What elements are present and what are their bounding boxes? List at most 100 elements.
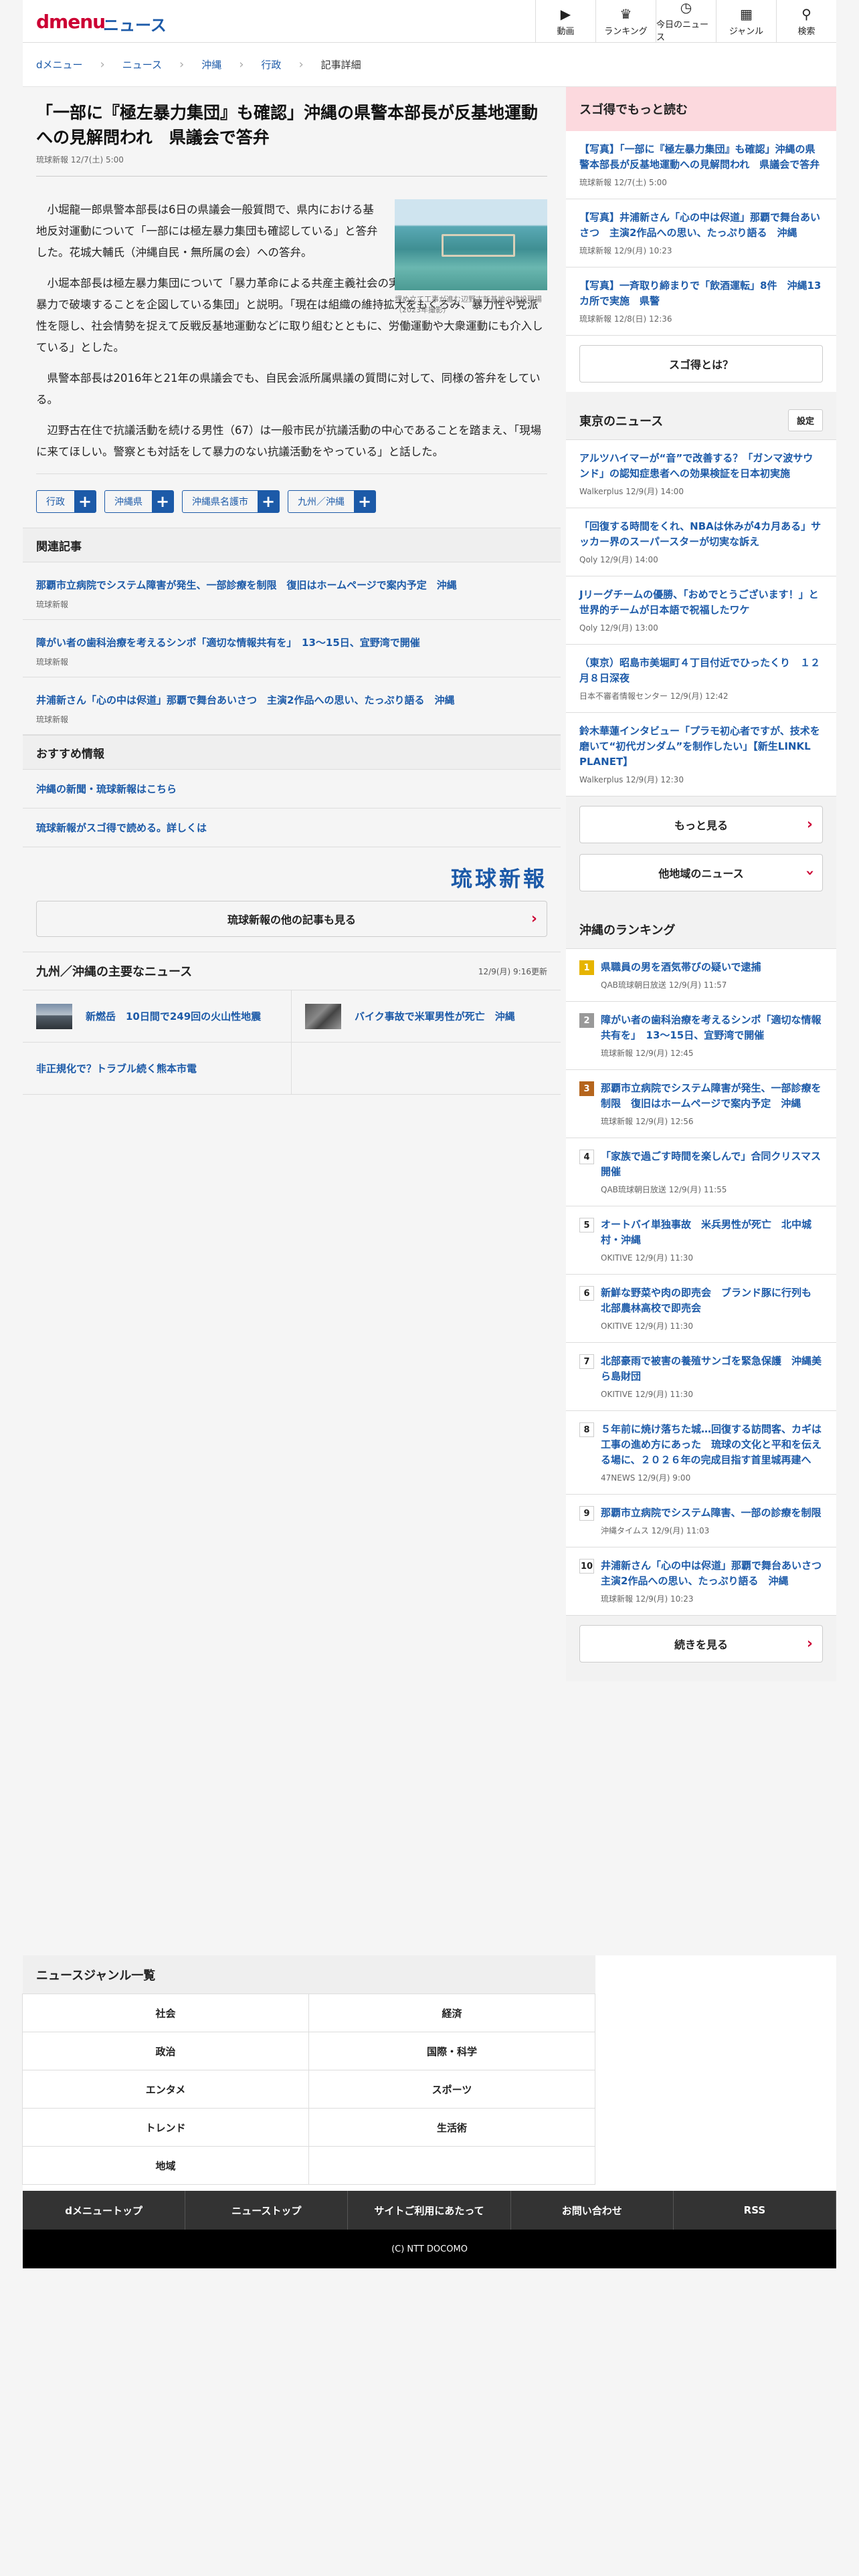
ranking-item[interactable]: 8 ５年前に焼け落ちた城…回復する訪問客、カギは工事の進め方にあった 琉球の文化と… (566, 1411, 836, 1495)
plus-icon[interactable]: + (258, 491, 279, 512)
sugoku-title: 【写真】井浦新さん「心の中は侭道」那覇で舞台あいさつ 主演2作品への思い、たっぷ… (579, 211, 821, 239)
sugoku-item[interactable]: 【写真】「一部に『極左暴力集団』も確認」沖縄の県警本部長が反基地運動への見解問わ… (566, 131, 836, 199)
ranking-item[interactable]: 3 那覇市立病院でシステム障害が発生、一部診療を制限 復旧はホームページで案内予定… (566, 1070, 836, 1138)
ranking-more-label: 続きを見る (674, 1638, 728, 1651)
genre-link[interactable]: 生活術 (308, 2108, 595, 2147)
genre-grid: 社会 経済 政治 国際・科学 エンタメ スポーツ トレンド 生活術 地域 (22, 1994, 836, 2185)
ranking-item[interactable]: 4 「家族で過ごす時間を楽しんで」合同クリスマス開催 QAB琉球朝日放送 12/9(… (566, 1138, 836, 1206)
breadcrumb-item[interactable]: ニュース (122, 58, 162, 72)
related-item[interactable]: 障がい者の歯科治療を考えるシンポ「適切な情報共有を」 13～15日、宜野湾で開催… (23, 620, 561, 677)
genre-link[interactable]: トレンド (22, 2108, 309, 2147)
global-nav-trophy[interactable]: ♛ ランキング (595, 0, 656, 43)
regional-news-item[interactable]: 新燃岳 10日間で249回の火山性地震 (23, 990, 292, 1043)
genre-link[interactable]: 社会 (22, 1994, 309, 2032)
more-articles-button[interactable]: 琉球新報の他の記事も見る › (36, 901, 547, 937)
ryukyu-shimpo-logo[interactable]: 琉球新報 (23, 847, 561, 893)
article-figure[interactable]: 埋め立て工事が進む辺野古新基地の建設現場（2023年撮影） (395, 199, 547, 316)
tokyo-news-source: 日本不審者情報センター 12/9(月) 12:42 (579, 691, 729, 701)
other-region-label: 他地域のニュース (658, 867, 744, 880)
tokyo-news-item[interactable]: Jリーグチームの優勝、「おめでとうございます！」と世界的チームが日本語で祝福した… (566, 576, 836, 645)
tokyo-news-item[interactable]: アルツハイマーが“音”で改善する？「ガンマ波サウンド」の認知症患者への効果検証を… (566, 440, 836, 508)
article-photo[interactable] (395, 199, 547, 290)
tokyo-news-item[interactable]: （東京）昭島市美堀町４丁目付近でひったくり １２月８日深夜 日本不審者情報センター… (566, 645, 836, 713)
other-region-dropdown[interactable]: 他地域のニュース › (579, 854, 823, 891)
tokyo-news-heading: 東京のニュース (579, 414, 664, 429)
sugoku-source: 琉球新報 12/8(日) 12:36 (579, 314, 672, 324)
topic-tag[interactable]: 沖縄県名護市 + (182, 490, 280, 513)
ranking-item[interactable]: 9 那覇市立病院でシステム障害、一部の診療を制限 沖縄タイムス 12/9(月) 11… (566, 1495, 836, 1547)
ranking-item[interactable]: 7 北部豪雨で被害の養殖サンゴを緊急保護 沖縄美ら島財団 OKITIVE 12/9(… (566, 1343, 836, 1411)
ranking-text: オートバイ単独事故 米兵男性が死亡 北中城村・沖縄 OKITIVE 12/9(月)… (601, 1217, 823, 1263)
tokyo-news-source: Qoly 12/9(月) 14:00 (579, 555, 658, 564)
section-title[interactable]: ニュース (103, 12, 167, 35)
plus-icon[interactable]: + (74, 491, 96, 512)
global-nav-label: 動画 (557, 26, 575, 37)
ranking-more-button[interactable]: 続きを見る › (579, 1625, 823, 1662)
dmenu-logo[interactable]: dmenu (36, 11, 106, 33)
ranking-item[interactable]: 1 県職員の男を酒気帯びの疑いで逮捕 QAB琉球朝日放送 12/9(月) 11:57 (566, 949, 836, 1002)
ranking-text: 県職員の男を酒気帯びの疑いで逮捕 QAB琉球朝日放送 12/9(月) 11:57 (601, 960, 761, 990)
photo-caption: 埋め立て工事が進む辺野古新基地の建設現場（2023年撮影） (395, 295, 542, 314)
footer-link[interactable]: ニューストップ (185, 2191, 349, 2230)
genre-empty (308, 2146, 595, 2185)
global-nav-label: 今日のニュース (656, 20, 709, 43)
sugoku-list: 【写真】「一部に『極左暴力集団』も確認」沖縄の県警本部長が反基地運動への見解問わ… (566, 131, 836, 336)
ranking-text: ５年前に焼け落ちた城…回復する訪問客、カギは工事の進め方にあった 琉球の文化と平… (601, 1422, 823, 1483)
footer-link[interactable]: RSS (674, 2191, 837, 2230)
sugoku-heading: スゴ得でもっと読む (566, 87, 836, 131)
plus-icon[interactable]: + (354, 491, 375, 512)
genre-link[interactable]: 国際・科学 (308, 2032, 595, 2070)
footer-link[interactable]: dメニュートップ (23, 2191, 186, 2230)
ranking-item[interactable]: 2 障がい者の歯科治療を考えるシンポ「適切な情報共有を」 13～15日、宜野湾で開… (566, 1002, 836, 1070)
ranking-item[interactable]: 5 オートバイ単独事故 米兵男性が死亡 北中城村・沖縄 OKITIVE 12/9(月… (566, 1206, 836, 1275)
topic-tag[interactable]: 沖縄県 + (104, 490, 174, 513)
regional-news-item[interactable]: バイク事故で米軍男性が死亡 沖縄 (292, 990, 561, 1043)
global-nav-search[interactable]: ⚲ 検索 (776, 0, 836, 43)
tokyo-more-button[interactable]: もっと見る › (579, 806, 823, 843)
tokyo-news-item[interactable]: 「回復する時間をくれ、NBAは休みが4カ月ある」サッカー界のスーパースターが切実… (566, 508, 836, 576)
rank-badge: 7 (579, 1354, 594, 1369)
global-nav-clock[interactable]: ◷ 今日のニュース (656, 0, 716, 43)
genre-link[interactable]: 経済 (308, 1994, 595, 2032)
ranking-source: 琉球新報 12/9(月) 10:23 (601, 1594, 694, 1604)
video-icon: ▶ (560, 5, 571, 22)
volcano-thumbnail (36, 1003, 72, 1029)
recommend-link[interactable]: 沖縄の新聞・琉球新報はこちら (23, 770, 561, 809)
plus-icon[interactable]: + (152, 491, 173, 512)
genre-link[interactable]: 地域 (22, 2146, 309, 2185)
global-nav-video[interactable]: ▶ 動画 (535, 0, 595, 43)
genre-link[interactable]: エンタメ (22, 2070, 309, 2109)
sugoku-item[interactable]: 【写真】一斉取り締まりで「飲酒運転」8件 沖縄13カ所で実施 県警 琉球新報 12… (566, 267, 836, 336)
recommend-link[interactable]: 琉球新報がスゴ得で読める。詳しくは (23, 809, 561, 847)
related-source: 琉球新報 (36, 657, 69, 667)
footer-link[interactable]: お問い合わせ (511, 2191, 674, 2230)
breadcrumb-item[interactable]: 沖縄 (201, 58, 221, 72)
breadcrumb-item[interactable]: dメニュー (36, 58, 83, 72)
sugoku-item[interactable]: 【写真】井浦新さん「心の中は侭道」那覇で舞台あいさつ 主演2作品への思い、たっぷ… (566, 199, 836, 267)
regional-news-item[interactable]: 非正規化で？トラブル続く熊本市電 (23, 1043, 292, 1095)
genre-link[interactable]: 政治 (22, 2032, 309, 2070)
settings-button[interactable]: 設定 (787, 409, 823, 431)
article-paragraph: 小堀龍一郎県警本部長は6日の県議会一般質問で、県内における基地反対運動について「… (36, 203, 378, 259)
related-item[interactable]: 井浦新さん「心の中は侭道」那覇で舞台あいさつ 主演2作品への思い、たっぷり語る … (23, 677, 561, 735)
ranking-item[interactable]: 10 井浦新さん「心の中は侭道」那覇で舞台あいさつ 主演2作品への思い、たっぷり語… (566, 1547, 836, 1616)
ranking-item[interactable]: 6 新鮮な野菜や肉の即売会 ブランド豚に行列も 北部農林高校で即売会 OKITIVE… (566, 1275, 836, 1343)
rank-badge: 8 (579, 1422, 594, 1437)
tokyo-news-source: Walkerplus 12/9(月) 14:00 (579, 487, 684, 496)
tokyo-news-item[interactable]: 鈴木華蓮インタビュー「プラモ初心者ですが、技术を磨いて“初代ガンダム”を制作した… (566, 713, 836, 796)
page: dmenu ニュース ▶ 動画 ♛ ランキング ◷ 今日のニュース ▦ ジャンル ⚲ 検索 dメニ… (22, 0, 837, 2268)
topic-tag[interactable]: 行政 + (36, 490, 96, 513)
ranking-source: QAB琉球朝日放送 12/9(月) 11:55 (601, 1185, 727, 1194)
breadcrumb-item[interactable]: 行政 (261, 58, 281, 72)
related-item[interactable]: 那覇市立病院でシステム障害が発生、一部診療を制限 復旧はホームページで案内予定 … (23, 562, 561, 620)
topic-tag[interactable]: 九州／沖縄 + (288, 490, 376, 513)
global-nav-label: 検索 (797, 26, 816, 37)
sugoku-about-button[interactable]: スゴ得とは？ (579, 345, 823, 383)
ranking-title: 新鮮な野菜や肉の即売会 ブランド豚に行列も 北部農林高校で即売会 (601, 1287, 822, 1314)
footer-link[interactable]: サイトご利用にあたって (348, 2191, 511, 2230)
chevron-right-icon: › (298, 58, 304, 72)
rank-badge: 1 (579, 960, 594, 975)
article: 「一部に『極左暴力集団』も確認」沖縄の県警本部長が反基地運動への見解問われ 県議… (23, 87, 561, 528)
global-nav-grid[interactable]: ▦ ジャンル (716, 0, 776, 43)
genre-link[interactable]: スポーツ (308, 2070, 595, 2109)
